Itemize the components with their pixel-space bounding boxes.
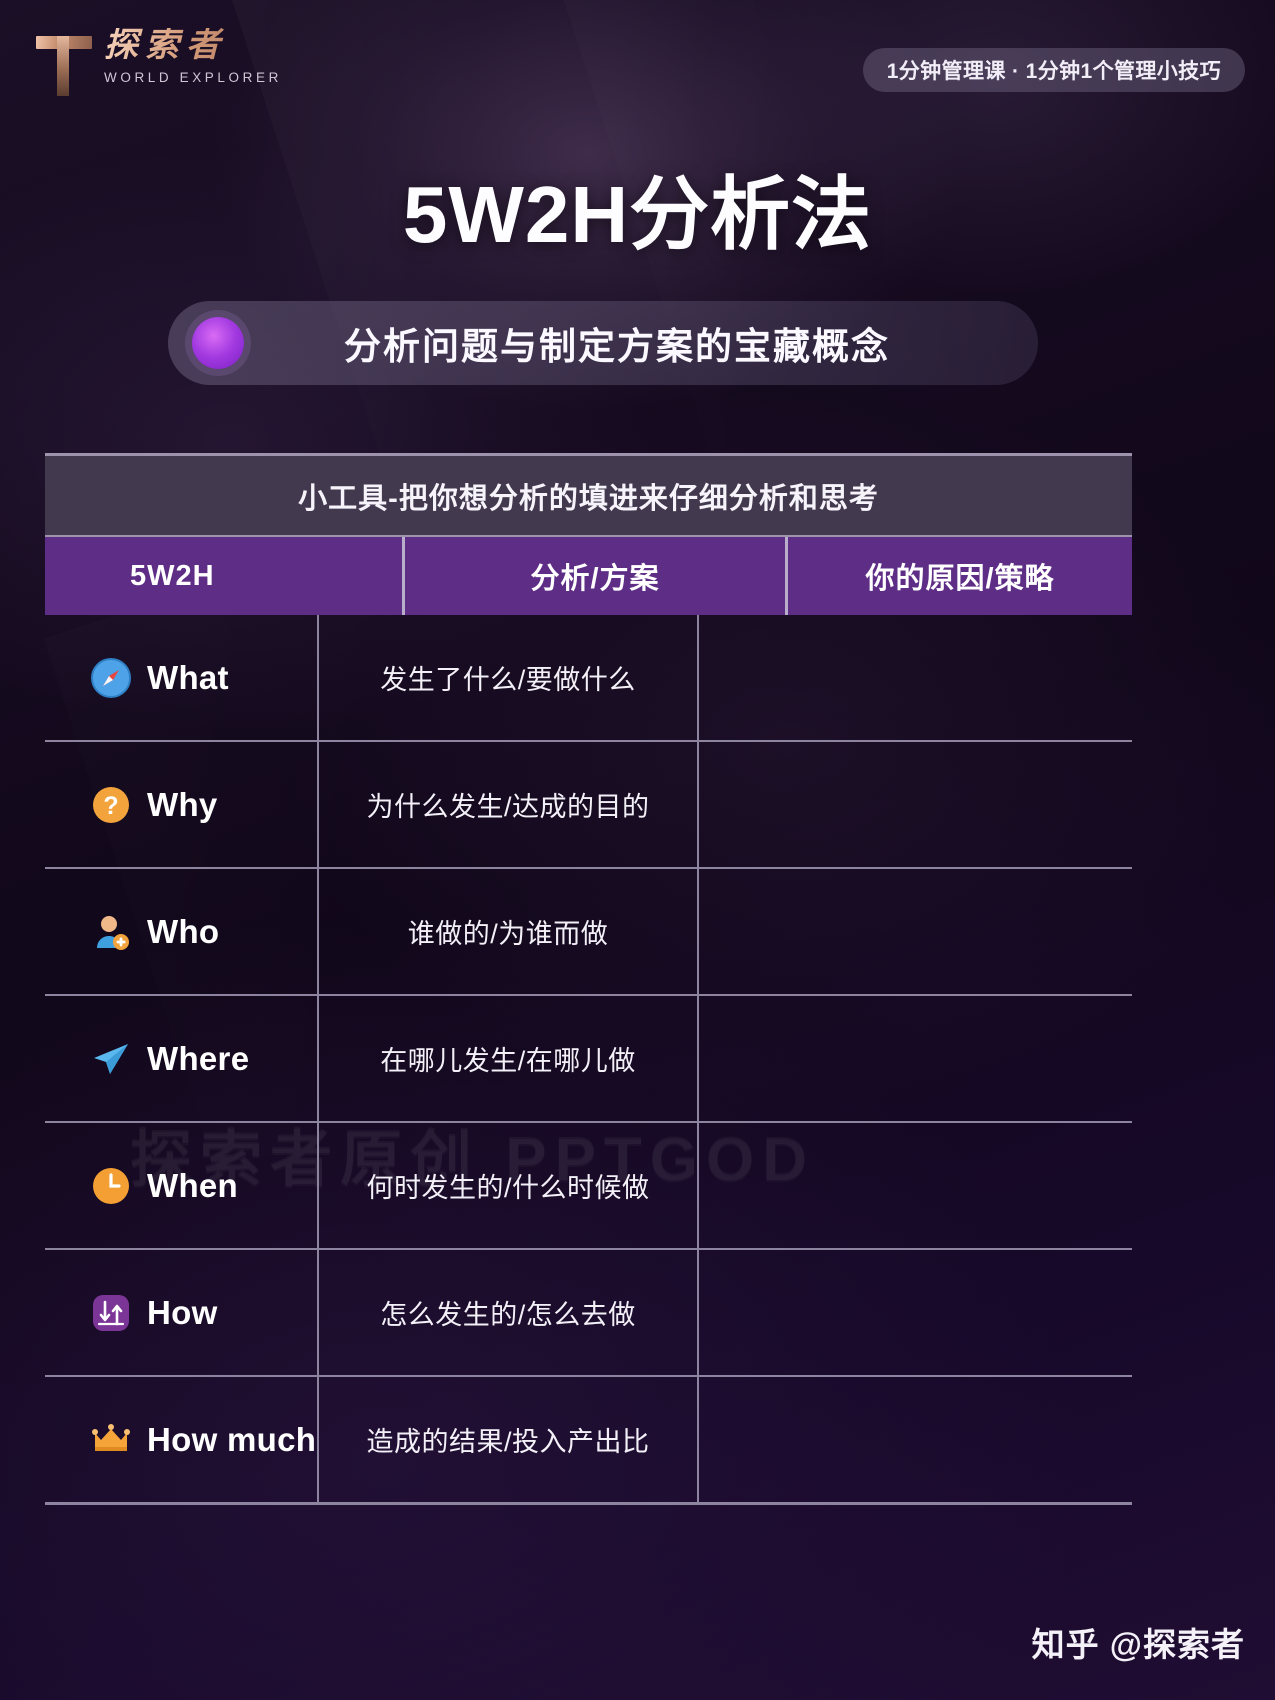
row-answer-cell[interactable] (697, 869, 1132, 994)
table-row: When 何时发生的/什么时候做 (45, 1123, 1132, 1250)
row-answer-cell[interactable] (697, 1250, 1132, 1375)
table-row: ? Why 为什么发生/达成的目的 (45, 742, 1132, 869)
page-header: 探索者 WORLD EXPLORER 1分钟管理课 · 1分钟1个管理小技巧 (0, 0, 1275, 130)
brand-name-cn: 探索者 (104, 27, 282, 64)
question-icon: ? (90, 784, 132, 826)
crown-icon (90, 1419, 132, 1461)
row-label-cell: Where (45, 996, 317, 1121)
table-column-header-row: 5W2H 分析/方案 你的原因/策略 (45, 537, 1132, 615)
row-label-text: Why (147, 785, 218, 823)
row-analysis-cell: 为什么发生/达成的目的 (317, 742, 697, 867)
poster-canvas: 探索者 WORLD EXPLORER 1分钟管理课 · 1分钟1个管理小技巧 5… (0, 0, 1275, 1700)
row-label-cell: Who (45, 869, 317, 994)
row-analysis-cell: 在哪儿发生/在哪儿做 (317, 996, 697, 1121)
row-answer-cell[interactable] (697, 1123, 1132, 1248)
table-row: Who 谁做的/为谁而做 (45, 869, 1132, 996)
brand-logo: 探索者 WORLD EXPLORER (36, 27, 282, 96)
row-label-cell: What (45, 615, 317, 740)
row-label-text: What (147, 658, 229, 696)
column-header-answer: 你的原因/策略 (785, 537, 1132, 615)
row-analysis-cell: 造成的结果/投入产出比 (317, 1377, 697, 1502)
paper-plane-icon (90, 1038, 132, 1080)
row-answer-cell[interactable] (697, 996, 1132, 1121)
clock-icon (90, 1165, 132, 1207)
subtitle-pill: 分析问题与制定方案的宝藏概念 (168, 301, 1038, 385)
column-header-analysis: 分析/方案 (402, 537, 785, 615)
row-answer-cell[interactable] (697, 615, 1132, 740)
row-label-text: How much (147, 1420, 317, 1458)
row-label-text: When (147, 1166, 239, 1204)
footer-attribution: 知乎 @探索者 (1031, 1626, 1245, 1663)
compass-icon (90, 657, 132, 699)
table-row: How 怎么发生的/怎么去做 (45, 1250, 1132, 1377)
svg-text:?: ? (103, 792, 118, 820)
row-answer-cell[interactable] (697, 1377, 1132, 1502)
row-analysis-cell: 怎么发生的/怎么去做 (317, 1250, 697, 1375)
analysis-table: 小工具-把你想分析的填进来仔细分析和思考 5W2H 分析/方案 你的原因/策略 … (45, 453, 1132, 1505)
person-add-icon (90, 911, 132, 953)
table-caption: 小工具-把你想分析的填进来仔细分析和思考 (45, 453, 1132, 537)
row-label-cell: How much (45, 1377, 317, 1502)
sliders-icon (90, 1292, 132, 1334)
logo-t-mark-icon (36, 28, 92, 96)
row-analysis-cell: 何时发生的/什么时候做 (317, 1123, 697, 1248)
brand-name-en: WORLD EXPLORER (104, 69, 282, 85)
row-label-text: How (147, 1293, 218, 1331)
bullet-dot-icon (192, 317, 244, 369)
table-row: How much 造成的结果/投入产出比 (45, 1377, 1132, 1505)
table-row: Where 在哪儿发生/在哪儿做 (45, 996, 1132, 1123)
row-label-text: Where (147, 1039, 250, 1077)
row-answer-cell[interactable] (697, 742, 1132, 867)
row-label-text: Who (147, 912, 220, 950)
row-label-cell: When (45, 1123, 317, 1248)
subtitle-text: 分析问题与制定方案的宝藏概念 (344, 326, 890, 367)
row-label-cell: ? Why (45, 742, 317, 867)
column-header-5w2h: 5W2H (130, 559, 215, 592)
row-analysis-cell: 发生了什么/要做什么 (317, 615, 697, 740)
table-row: What 发生了什么/要做什么 (45, 615, 1132, 742)
header-badge: 1分钟管理课 · 1分钟1个管理小技巧 (862, 48, 1245, 92)
row-label-cell: How (45, 1250, 317, 1375)
page-title: 5W2H分析法 (402, 170, 873, 259)
row-analysis-cell: 谁做的/为谁而做 (317, 869, 697, 994)
